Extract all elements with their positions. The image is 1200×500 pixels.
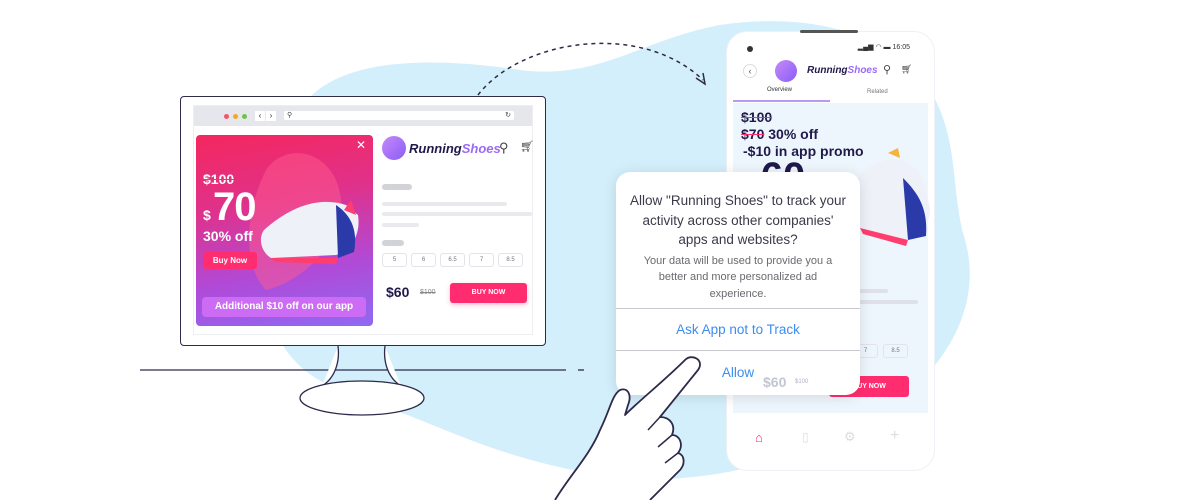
skeleton-line — [382, 202, 507, 206]
chevron-right-icon[interactable]: › — [266, 111, 276, 121]
monitor-base — [299, 380, 425, 416]
skeleton-line — [853, 300, 918, 304]
ask-not-to-track-button[interactable]: Ask App not to Track — [616, 322, 860, 337]
size-option[interactable]: 8.5 — [883, 344, 908, 358]
plus-icon[interactable]: + — [890, 427, 899, 445]
ad-currency: $ — [203, 207, 211, 223]
address-bar[interactable]: ⚲ ↻ — [284, 111, 514, 120]
search-icon[interactable]: ⚲ — [499, 140, 509, 156]
buy-now-button[interactable]: BUY NOW — [450, 283, 527, 303]
browser-toolbar: ‹ › ⚲ ↻ — [194, 106, 532, 126]
ad-price: 70 — [213, 185, 256, 229]
wifi-icon: ◠ — [875, 44, 884, 51]
brand-logo — [382, 136, 406, 160]
brand-logo — [775, 60, 797, 82]
close-dot[interactable] — [224, 114, 229, 119]
price: $60 — [386, 284, 410, 300]
home-icon[interactable]: ⌂ — [755, 430, 763, 445]
size-option[interactable]: 7 — [469, 253, 494, 267]
active-tab-indicator — [733, 100, 830, 102]
cart-icon[interactable]: 🛒︎ — [520, 140, 534, 153]
size-option[interactable]: 8.5 — [498, 253, 523, 267]
old-price: $100 — [420, 289, 436, 296]
tab-related[interactable]: Related — [867, 89, 888, 95]
promo-discount: $70 30% off — [741, 126, 819, 142]
dialog-message: Your data will be used to provide you a … — [643, 254, 833, 300]
maximize-dot[interactable] — [242, 114, 247, 119]
search-icon: ⚲ — [287, 112, 293, 119]
minimize-dot[interactable] — [233, 114, 238, 119]
ad-discount: 30% off — [203, 228, 253, 244]
status-bar: ▂▄▆ ◠ ▬ 16:05 — [857, 44, 910, 51]
search-icon[interactable]: ⚲ — [883, 63, 891, 76]
gear-icon[interactable]: ⚙ — [844, 429, 856, 445]
size-option[interactable]: 5 — [382, 253, 407, 267]
shoe-image — [858, 148, 930, 246]
divider — [616, 308, 860, 309]
dialog-title: Allow "Running Shoes" to track your acti… — [630, 193, 846, 247]
size-selector: 5 6 6.5 7 8.5 — [382, 253, 523, 267]
chevron-left-icon[interactable]: ‹ — [255, 111, 265, 121]
phone-old-price: $100 — [795, 379, 809, 385]
brand-name: RunningShoes — [807, 65, 878, 76]
brand-name: RunningShoes — [409, 141, 501, 156]
phone-notch — [800, 30, 858, 33]
cart-icon[interactable]: 🛒︎ — [901, 64, 912, 75]
divider — [616, 350, 860, 351]
app-offer-banner[interactable]: Additional $10 off on our app — [202, 297, 366, 317]
skeleton-line — [382, 212, 532, 216]
size-option[interactable]: 6.5 — [440, 253, 465, 267]
tab-overview[interactable]: Overview — [767, 87, 792, 93]
ad-popup: ✕ $100 $ 70 30% off Buy Now Additional $… — [196, 135, 373, 326]
signal-icon: ▂▄▆ — [857, 44, 876, 51]
size-option[interactable]: 6 — [411, 253, 436, 267]
skeleton-line — [382, 184, 412, 190]
back-button[interactable]: ‹ — [743, 64, 757, 78]
bag-icon[interactable]: ▯ — [802, 430, 809, 444]
camera — [747, 46, 753, 52]
ad-buy-now-button[interactable]: Buy Now — [203, 252, 257, 269]
promo-old-price: $100 — [741, 109, 773, 125]
pointing-hand-icon — [554, 356, 701, 500]
skeleton-line — [382, 223, 419, 227]
skeleton-line — [382, 240, 404, 246]
reload-icon[interactable]: ↻ — [505, 111, 511, 120]
phone-price: $60 — [763, 374, 787, 390]
